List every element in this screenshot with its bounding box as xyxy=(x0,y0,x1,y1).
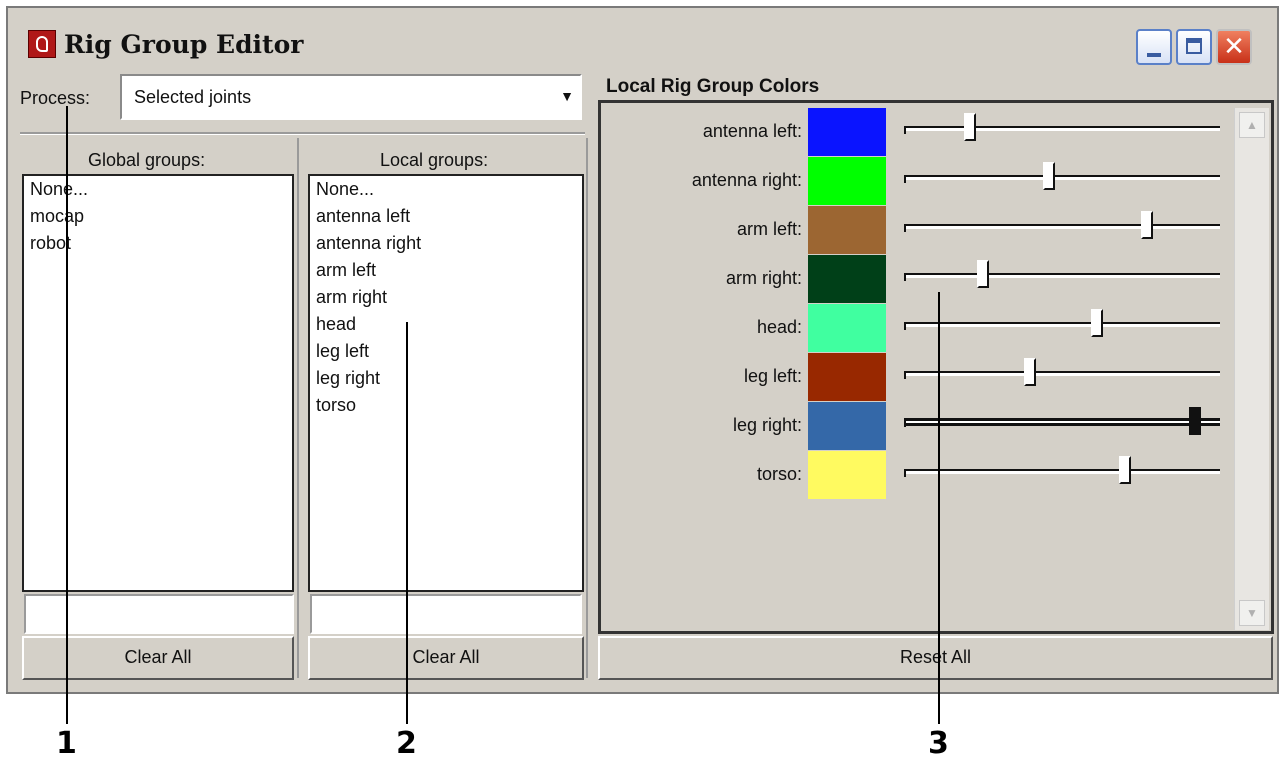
callout-line xyxy=(938,292,940,724)
window-title: Rig Group Editor xyxy=(64,30,304,59)
maximize-button[interactable] xyxy=(1176,29,1212,65)
color-swatch[interactable] xyxy=(808,402,886,450)
local-groups-field[interactable] xyxy=(310,594,582,634)
global-groups-header: Global groups: xyxy=(88,150,206,170)
callout-line xyxy=(66,106,68,724)
scroll-down-icon[interactable]: ▼ xyxy=(1239,600,1265,626)
color-slider[interactable] xyxy=(904,260,1220,290)
slider-track[interactable] xyxy=(904,322,1220,330)
color-swatch[interactable] xyxy=(808,353,886,401)
list-item[interactable]: None... xyxy=(24,176,292,203)
color-swatch[interactable] xyxy=(808,108,886,156)
slider-thumb[interactable] xyxy=(977,260,989,288)
color-slider[interactable] xyxy=(904,211,1220,241)
color-row-label: arm right: xyxy=(725,268,802,288)
scroll-up-icon[interactable]: ▲ xyxy=(1239,112,1265,138)
close-button[interactable]: ✕ xyxy=(1216,29,1252,65)
slider-track[interactable] xyxy=(904,469,1220,477)
list-item[interactable]: leg left xyxy=(310,338,582,365)
slider-thumb[interactable] xyxy=(1043,162,1056,190)
slider-track[interactable] xyxy=(904,175,1220,183)
slider-track[interactable] xyxy=(904,418,1220,427)
color-row-label: antenna left: xyxy=(702,121,802,141)
list-item[interactable]: arm right xyxy=(310,284,582,311)
reset-all-button[interactable]: Reset All xyxy=(598,636,1273,680)
color-swatch[interactable] xyxy=(808,255,886,303)
color-slider[interactable] xyxy=(904,162,1220,192)
local-groups-list[interactable]: None... antenna left antenna right arm l… xyxy=(308,174,584,592)
color-slider[interactable] xyxy=(904,407,1220,437)
color-slider[interactable] xyxy=(904,456,1220,486)
vertical-scrollbar[interactable]: ▲ ▼ xyxy=(1234,108,1269,630)
minimize-icon xyxy=(1147,53,1161,57)
global-groups-field[interactable] xyxy=(24,594,294,634)
close-icon: ✕ xyxy=(1223,32,1245,62)
list-item[interactable]: head xyxy=(310,311,582,338)
color-row-label: arm left: xyxy=(736,219,802,239)
callout-number: 2 xyxy=(396,726,417,761)
global-groups-list[interactable]: None... mocap robot xyxy=(22,174,294,592)
minimize-button[interactable] xyxy=(1136,29,1172,65)
color-swatch[interactable] xyxy=(808,206,886,254)
slider-thumb[interactable] xyxy=(1024,358,1037,386)
list-item[interactable]: antenna right xyxy=(310,230,582,257)
color-slider[interactable] xyxy=(904,358,1220,388)
callout-number: 1 xyxy=(56,726,77,761)
callout-line xyxy=(406,322,408,724)
process-dropdown[interactable]: Selected joints ▼ xyxy=(120,74,582,120)
divider xyxy=(20,132,585,135)
color-slider[interactable] xyxy=(904,309,1220,339)
slider-thumb[interactable] xyxy=(1119,456,1132,484)
local-rig-group-colors-title: Local Rig Group Colors xyxy=(606,76,820,97)
pane-splitter[interactable] xyxy=(586,138,588,678)
slider-thumb[interactable] xyxy=(1188,407,1201,435)
process-value: Selected joints xyxy=(134,87,252,107)
color-swatch[interactable] xyxy=(808,157,886,205)
list-item[interactable]: None... xyxy=(310,176,582,203)
color-row-label: head: xyxy=(756,317,802,337)
list-item[interactable]: leg right xyxy=(310,365,582,392)
local-groups-header: Local groups: xyxy=(380,150,489,170)
slider-track[interactable] xyxy=(904,371,1220,379)
chevron-down-icon[interactable]: ▼ xyxy=(560,88,574,104)
callout-number: 3 xyxy=(928,726,949,761)
color-row-label: leg right: xyxy=(732,415,802,435)
app-icon xyxy=(28,30,56,58)
maximize-icon xyxy=(1186,38,1202,54)
color-slider[interactable] xyxy=(904,113,1220,143)
list-item[interactable]: arm left xyxy=(310,257,582,284)
slider-thumb[interactable] xyxy=(1090,309,1103,337)
list-item[interactable]: mocap xyxy=(24,203,292,230)
color-swatch[interactable] xyxy=(808,451,886,499)
clear-all-global-button[interactable]: Clear All xyxy=(22,636,294,680)
slider-thumb[interactable] xyxy=(964,113,977,141)
color-swatch[interactable] xyxy=(808,304,886,352)
title-bar[interactable]: Rig Group Editor ✕ xyxy=(8,8,1277,68)
color-row-label: torso: xyxy=(756,464,802,484)
pane-splitter[interactable] xyxy=(297,138,299,678)
slider-track[interactable] xyxy=(904,126,1220,134)
slider-track[interactable] xyxy=(904,273,1220,281)
slider-track[interactable] xyxy=(904,224,1220,232)
color-row-label: leg left: xyxy=(743,366,802,386)
list-item[interactable]: robot xyxy=(24,230,292,257)
list-item[interactable]: torso xyxy=(310,392,582,419)
color-row-label: antenna right: xyxy=(691,170,802,190)
list-item[interactable]: antenna left xyxy=(310,203,582,230)
slider-thumb[interactable] xyxy=(1141,211,1154,239)
clear-all-local-button[interactable]: Clear All xyxy=(308,636,584,680)
process-label: Process: xyxy=(20,88,91,108)
